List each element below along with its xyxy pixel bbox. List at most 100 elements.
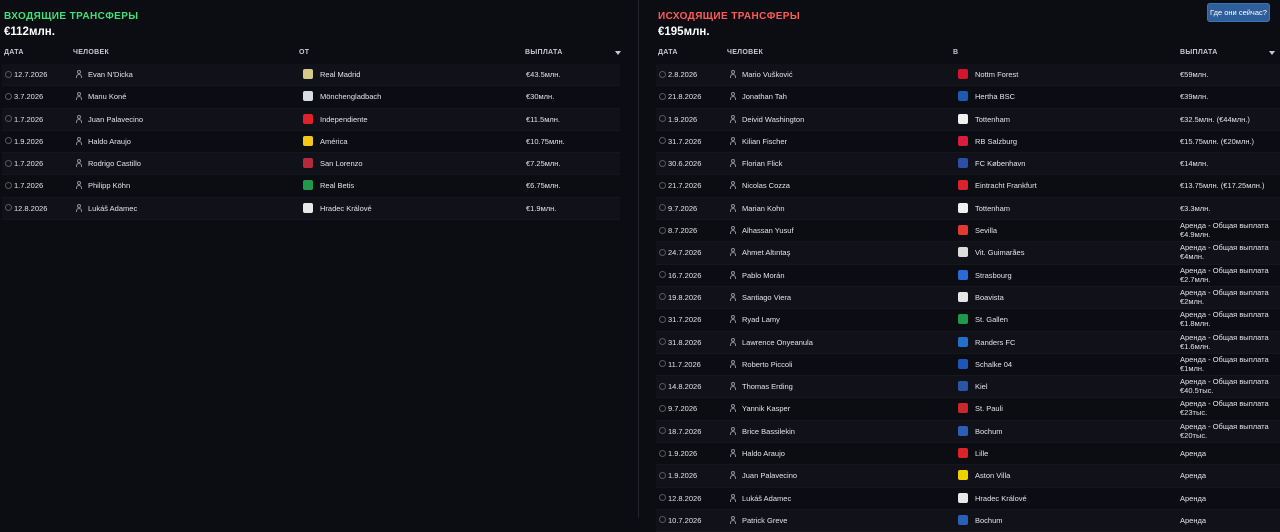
club-name-link[interactable]: Bochum [975,510,1003,531]
table-row[interactable]: 8.7.2026 Alhassan Yusuf Sevilla Аренда - Об… [656,220,1280,243]
club-name-link[interactable]: Hertha BSC [975,86,1015,107]
club-name-link[interactable]: Lille [975,443,988,464]
player-name-link[interactable]: Marian Kohn [742,198,785,219]
table-row[interactable]: 24.7.2026 Ahmet Altıntaş Vit. Guimarães Аре… [656,242,1280,265]
player-name-link[interactable]: Nicolas Cozza [742,175,790,196]
table-row[interactable]: 1.7.2026 Philipp Köhn Real Betis €6.75млн. [2,175,620,198]
club-name-link[interactable]: Sevilla [975,220,997,241]
player-name-link[interactable]: Jonathan Tah [742,86,787,107]
player-name-link[interactable]: Lukáš Adamec [88,198,137,219]
club-name-link[interactable]: St. Gallen [975,309,1008,330]
outgoing-header-club[interactable]: В [953,49,958,56]
table-row[interactable]: 1.7.2026 Juan Palavecino Independiente €11.… [2,108,620,131]
club-name-link[interactable]: Hradec Králové [975,488,1027,509]
club-crest-icon [958,135,968,146]
table-row[interactable]: 1.9.2026 Deivid Washington Tottenham €32.5м… [656,108,1280,131]
club-name-link[interactable]: Aston Villa [975,465,1010,486]
outgoing-header-fee[interactable]: ВЫПЛАТА [1180,49,1218,56]
player-name-link[interactable]: Roberto Piccoli [742,354,792,375]
table-row[interactable]: 9.7.2026 Yannik Kasper St. Pauli Аренда - О… [656,398,1280,421]
club-name-link[interactable]: Strasbourg [975,265,1012,286]
club-name-link[interactable]: Real Madrid [320,64,360,85]
club-name-link[interactable]: Boavista [975,287,1004,308]
player-name-link[interactable]: Brice Bassilekin [742,421,795,442]
table-row[interactable]: 14.8.2026 Thomas Erding Kiel Аренда - Общая… [656,376,1280,399]
club-name-link[interactable]: St. Pauli [975,398,1003,419]
table-row[interactable]: 12.7.2026 Evan N'Dicka Real Madrid €43.5млн… [2,64,620,87]
player-name-link[interactable]: Florian Flick [742,153,782,174]
table-row[interactable]: 18.7.2026 Brice Bassilekin Bochum Аренда - … [656,420,1280,444]
club-name-link[interactable]: Eintracht Frankfurt [975,175,1037,196]
player-name-link[interactable]: Lukáš Adamec [742,488,791,509]
player-name-link[interactable]: Rodrigo Castillo [88,153,141,174]
table-row[interactable]: 1.9.2026 Haldo Araujo América €10.75млн. [2,131,620,154]
table-row[interactable]: 1.9.2026 Juan Palavecino Aston Villa Аренда [656,465,1280,488]
table-row[interactable]: 11.7.2026 Roberto Piccoli Schalke 04 Аренда… [656,354,1280,377]
club-name-link[interactable]: FC København [975,153,1025,174]
table-row[interactable]: 21.8.2026 Jonathan Tah Hertha BSC €39млн. [656,86,1280,109]
player-name-link[interactable]: Kilian Fischer [742,131,787,152]
player-name-link[interactable]: Yannik Kasper [742,398,790,419]
club-name-link[interactable]: Real Betis [320,175,354,196]
player-name-link[interactable]: Haldo Araujo [88,131,131,152]
player-name-link[interactable]: Manu Koné [88,86,126,107]
table-row[interactable]: 31.8.2026 Lawrence Onyeanula Randers FC Аре… [656,331,1280,354]
club-name-link[interactable]: Mönchengladbach [320,86,381,107]
player-name-link[interactable]: Mario Vušković [742,64,793,85]
player-name-link[interactable]: Alhassan Yusuf [742,220,794,241]
transfer-date: 18.7.2026 [668,426,702,436]
table-row[interactable]: 31.7.2026 Ryad Lamy St. Gallen Аренда - Общ… [656,309,1280,332]
player-name-link[interactable]: Santiago Viera [742,287,791,308]
player-name-link[interactable]: Ryad Lamy [742,309,780,330]
incoming-header-person[interactable]: ЧЕЛОВЕК [73,49,109,56]
table-row[interactable]: 19.8.2026 Santiago Viera Boavista Аренда - … [656,286,1280,310]
transfer-date: 12.7.2026 [14,70,48,79]
incoming-header-club[interactable]: ОТ [299,49,309,56]
player-name-link[interactable]: Evan N'Dicka [88,64,133,85]
club-name-link[interactable]: Independiente [320,109,368,130]
table-row[interactable]: 16.7.2026 Pablo Morán Strasbourg Аренда - О… [656,265,1280,287]
sort-desc-icon[interactable] [1269,51,1275,55]
table-row[interactable]: 21.7.2026 Nicolas Cozza Eintracht Frankfur… [656,175,1280,198]
club-name-link[interactable]: Bochum [975,421,1003,442]
table-row[interactable]: 10.7.2026 Patrick Greve Bochum Аренда [656,509,1280,532]
club-name-link[interactable]: Tottenham [975,198,1010,219]
player-name-link[interactable]: Lawrence Onyeanula [742,332,813,353]
table-row[interactable]: 2.8.2026 Mario Vušković Nottm Forest €59млн… [656,64,1280,87]
incoming-header-date[interactable]: ДАТА [4,49,24,56]
incoming-header-fee[interactable]: ВЫПЛАТА [525,49,563,56]
club-crest-icon [958,492,968,503]
player-name-link[interactable]: Juan Palavecino [88,109,143,130]
table-row[interactable]: 31.7.2026 Kilian Fischer RB Salzburg €15.75… [656,131,1280,154]
sort-desc-icon[interactable] [615,51,621,55]
player-name-link[interactable]: Patrick Greve [742,510,787,531]
club-name-link[interactable]: Hradec Králové [320,198,372,219]
player-name-link[interactable]: Philipp Köhn [88,175,130,196]
table-row[interactable]: 12.8.2026 Lukáš Adamec Hradec Králové Аренд… [656,488,1280,510]
club-name-link[interactable]: Nottm Forest [975,64,1018,85]
club-name-link[interactable]: Kiel [975,376,988,397]
club-name-link[interactable]: América [320,131,348,152]
clock-icon [659,382,666,390]
player-name-link[interactable]: Pablo Morán [742,265,785,286]
outgoing-header-person[interactable]: ЧЕЛОВЕК [727,49,763,56]
club-name-link[interactable]: Vit. Guimarães [975,242,1024,263]
club-name-link[interactable]: Tottenham [975,109,1010,130]
club-name-link[interactable]: Schalke 04 [975,354,1012,375]
club-name-link[interactable]: RB Salzburg [975,131,1017,152]
table-row[interactable]: 1.9.2026 Haldo Araujo Lille Аренда [656,443,1280,466]
club-name-link[interactable]: Randers FC [975,332,1015,353]
outgoing-header-date[interactable]: ДАТА [658,49,678,56]
player-name-link[interactable]: Deivid Washington [742,109,804,130]
player-name-link[interactable]: Haldo Araujo [742,443,785,464]
table-row[interactable]: 3.7.2026 Manu Koné Mönchengladbach €30млн. [2,86,620,109]
player-name-link[interactable]: Juan Palavecino [742,465,797,486]
table-row[interactable]: 9.7.2026 Marian Kohn Tottenham €3.3млн. [656,197,1280,221]
table-row[interactable]: 1.7.2026 Rodrigo Castillo San Lorenzo €7.25… [2,153,620,176]
table-row[interactable]: 30.6.2026 Florian Flick FC København €14млн… [656,153,1280,176]
player-name-link[interactable]: Ahmet Altıntaş [742,242,790,263]
player-name-link[interactable]: Thomas Erding [742,376,793,397]
club-name-link[interactable]: San Lorenzo [320,153,363,174]
table-row[interactable]: 12.8.2026 Lukáš Adamec Hradec Králové €1.9м… [2,197,620,221]
where-are-they-now-button[interactable]: Где они сейчас? [1207,3,1270,22]
